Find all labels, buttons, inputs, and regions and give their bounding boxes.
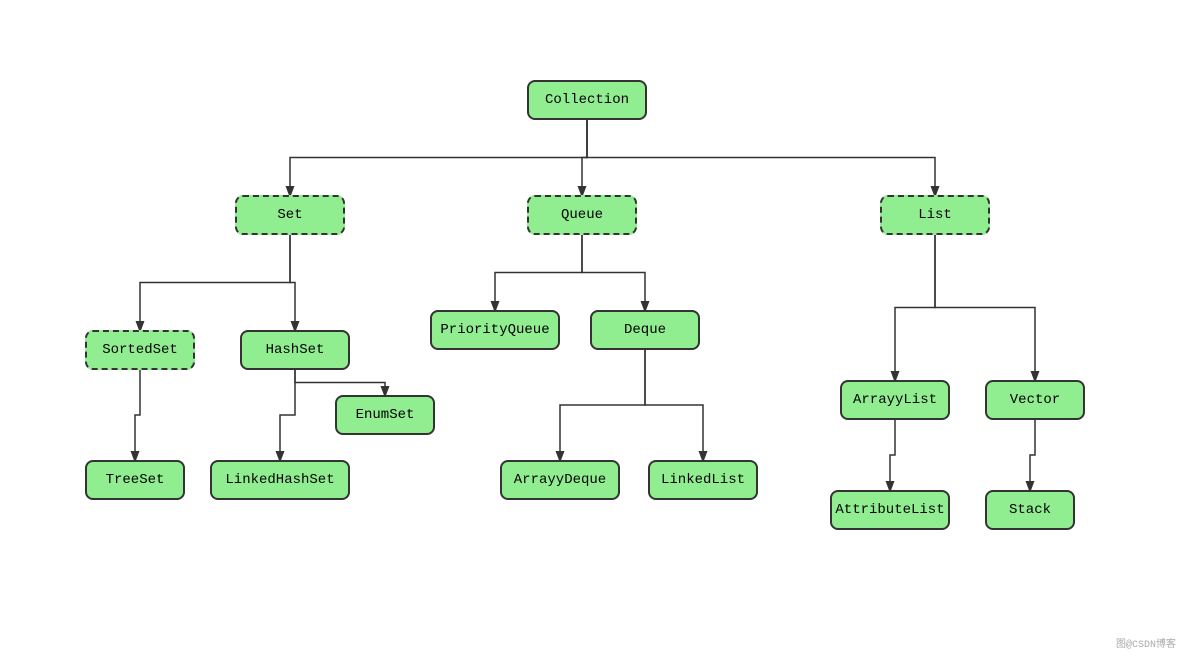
node-enumset: EnumSet [335, 395, 435, 435]
node-deque: Deque [590, 310, 700, 350]
node-vector: Vector [985, 380, 1085, 420]
node-attributelist: AttributeList [830, 490, 950, 530]
node-linkedhashset: LinkedHashSet [210, 460, 350, 500]
node-arraylist: ArrayyList [840, 380, 950, 420]
node-queue: Queue [527, 195, 637, 235]
diagram: Collection Set Queue List SortedSet HashSet Pr… [0, 0, 1184, 659]
node-treeset: TreeSet [85, 460, 185, 500]
node-hashset: HashSet [240, 330, 350, 370]
node-sortedset: SortedSet [85, 330, 195, 370]
node-linkedlist: LinkedList [648, 460, 758, 500]
node-set: Set [235, 195, 345, 235]
node-arraydeque: ArrayyDeque [500, 460, 620, 500]
node-collection: Collection [527, 80, 647, 120]
watermark: 图@CSDN博客 [1116, 635, 1176, 651]
node-list: List [880, 195, 990, 235]
node-stack: Stack [985, 490, 1075, 530]
node-priorityqueue: PriorityQueue [430, 310, 560, 350]
